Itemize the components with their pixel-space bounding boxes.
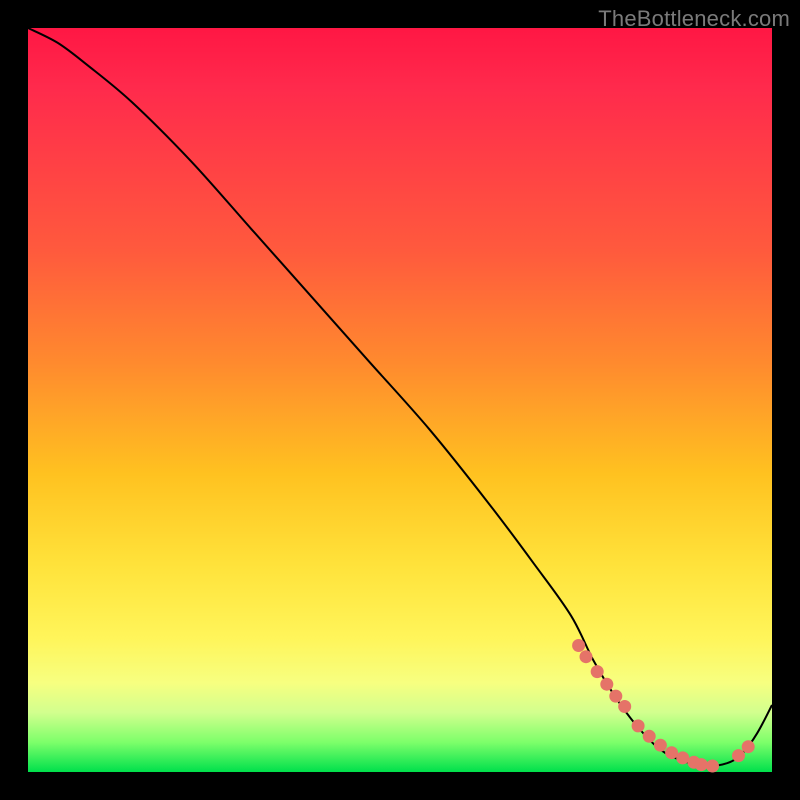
chart-svg — [28, 28, 772, 772]
plot-area — [28, 28, 772, 772]
marker-dot — [732, 749, 745, 762]
marker-dot — [632, 719, 645, 732]
marker-dot — [643, 730, 656, 743]
marker-dot — [609, 690, 622, 703]
chart-frame: TheBottleneck.com — [0, 0, 800, 800]
marker-dot — [572, 639, 585, 652]
marker-dot — [600, 678, 613, 691]
marker-dot — [665, 746, 678, 759]
marker-dot — [706, 760, 719, 773]
curve-line — [28, 28, 772, 766]
marker-dot — [695, 758, 708, 771]
watermark-text: TheBottleneck.com — [598, 6, 790, 32]
marker-dot — [618, 700, 631, 713]
marker-dot — [676, 751, 689, 764]
marker-dot — [580, 650, 593, 663]
marker-dot — [654, 739, 667, 752]
marker-dot — [742, 740, 755, 753]
marker-dot — [591, 665, 604, 678]
